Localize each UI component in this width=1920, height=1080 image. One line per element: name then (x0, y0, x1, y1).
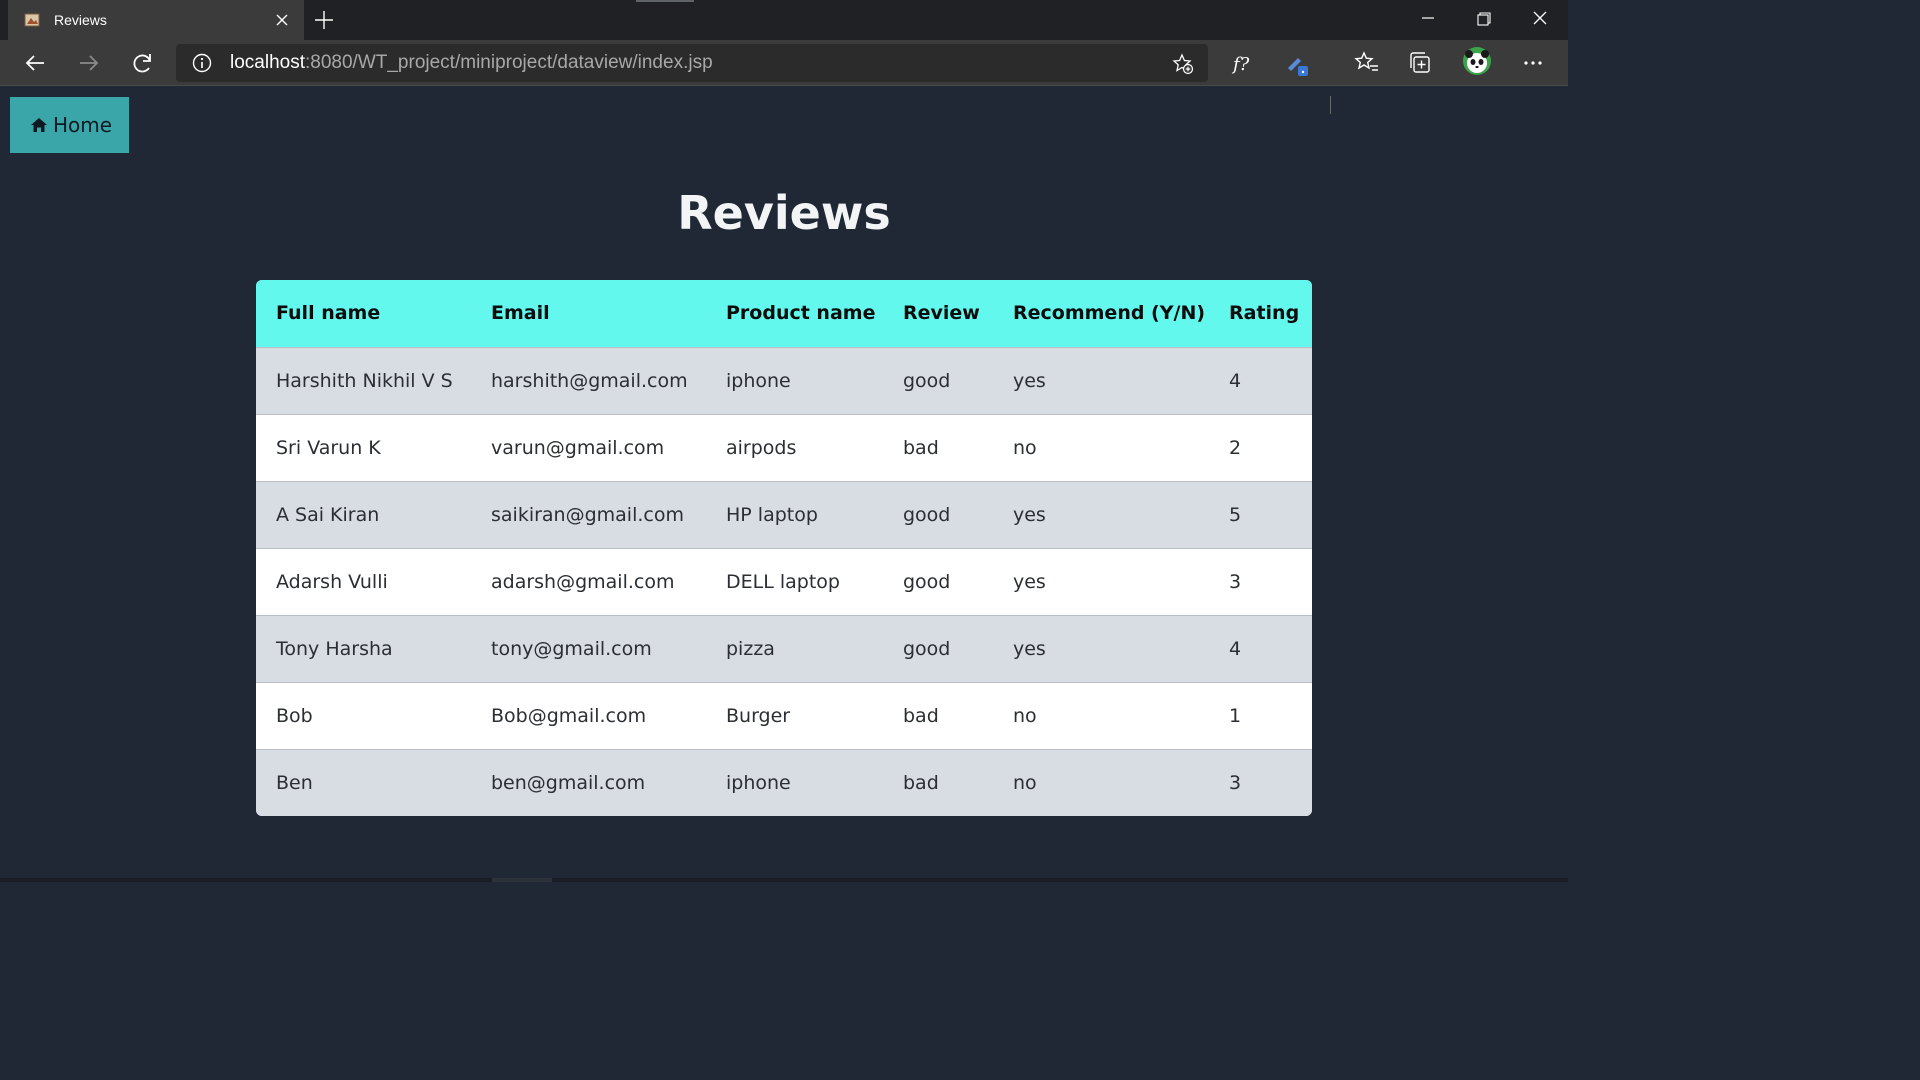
cell-product-name: HP laptop (726, 503, 818, 526)
cell-review: good (903, 503, 951, 526)
toolbar-separator (1330, 96, 1331, 114)
header-review: Review (903, 302, 980, 325)
reviews-table: Full name Email Product name Review Reco… (256, 280, 1312, 816)
cell-email: varun@gmail.com (491, 436, 665, 459)
cell-product-name: airpods (726, 436, 797, 459)
cell-email: Bob@gmail.com (491, 704, 647, 727)
cell-review: bad (903, 704, 939, 727)
browser-tab[interactable]: Reviews (8, 0, 304, 40)
cell-product-name: Burger (726, 704, 791, 727)
cell-recommend: yes (1013, 503, 1046, 526)
back-icon[interactable] (20, 48, 50, 78)
cell-full-name: Adarsh Vulli (276, 570, 388, 593)
titlebar-accent (636, 0, 694, 2)
table-row: Sri Varun K varun@gmail.com airpods bad … (256, 414, 1312, 481)
cell-review: good (903, 369, 951, 392)
header-full-name: Full name (276, 302, 381, 325)
new-tab-icon[interactable] (312, 8, 336, 32)
cell-rating: 2 (1229, 436, 1242, 459)
refresh-icon[interactable] (128, 48, 158, 78)
cell-review: bad (903, 771, 939, 794)
site-info-icon[interactable] (192, 53, 212, 73)
cell-rating: 4 (1229, 637, 1242, 660)
cell-recommend: no (1013, 436, 1037, 459)
table-row: Adarsh Vulli adarsh@gmail.com DELL lapto… (256, 548, 1312, 615)
cell-full-name: Bob (276, 704, 313, 727)
header-product-name: Product name (726, 302, 876, 325)
cell-email: adarsh@gmail.com (491, 570, 675, 593)
cell-product-name: iphone (726, 369, 791, 392)
cell-email: saikiran@gmail.com (491, 503, 684, 526)
favorites-icon[interactable] (1352, 48, 1382, 78)
home-button[interactable]: Home (10, 97, 129, 153)
minimize-icon[interactable] (1414, 6, 1442, 34)
url-text: localhost:8080/WT_project/miniproject/da… (230, 52, 713, 74)
cell-review: good (903, 637, 951, 660)
cell-full-name: Ben (276, 771, 313, 794)
cell-recommend: no (1013, 771, 1037, 794)
table-row: Ben ben@gmail.com iphone bad no 3 (256, 749, 1312, 816)
collections-icon[interactable] (1406, 48, 1436, 78)
cell-full-name: A Sai Kiran (276, 503, 380, 526)
cell-recommend: yes (1013, 570, 1046, 593)
cell-full-name: Sri Varun K (276, 436, 381, 459)
restore-icon[interactable] (1470, 6, 1498, 34)
table-header-row: Full name Email Product name Review Reco… (256, 280, 1312, 347)
tab-favicon-icon (24, 12, 40, 28)
cell-rating: 4 (1229, 369, 1242, 392)
close-tab-icon[interactable] (272, 10, 292, 30)
table-row: Bob Bob@gmail.com Burger bad no 1 (256, 682, 1312, 749)
cell-product-name: pizza (726, 637, 775, 660)
forward-icon[interactable] (74, 48, 104, 78)
profile-avatar-icon[interactable] (1462, 46, 1492, 76)
svg-text:f?: f? (1231, 54, 1250, 75)
home-button-label: Home (53, 113, 113, 137)
cell-full-name: Harshith Nikhil V S (276, 369, 453, 392)
window-close-icon[interactable] (1526, 6, 1554, 34)
bottom-strip (0, 878, 1568, 882)
browser-toolbar: localhost:8080/WT_project/miniproject/da… (0, 40, 1568, 114)
cell-recommend: yes (1013, 369, 1046, 392)
header-rating: Rating (1229, 302, 1300, 325)
cell-rating: 3 (1229, 570, 1242, 593)
more-icon[interactable] (1518, 48, 1548, 78)
table-row: Harshith Nikhil V S harshith@gmail.com i… (256, 347, 1312, 414)
cell-rating: 3 (1229, 771, 1242, 794)
tab-title: Reviews (54, 12, 107, 28)
cell-review: good (903, 570, 951, 593)
cell-email: harshith@gmail.com (491, 369, 688, 392)
cell-full-name: Tony Harsha (276, 637, 393, 660)
url-host: localhost (230, 52, 305, 73)
table-row: Tony Harsha tony@gmail.com pizza good ye… (256, 615, 1312, 682)
header-recommend: Recommend (Y/N) (1013, 302, 1206, 325)
url-path: :8080/WT_project/miniproject/dataview/in… (305, 52, 713, 73)
address-bar[interactable]: localhost:8080/WT_project/miniproject/da… (176, 44, 1208, 82)
cell-product-name: iphone (726, 771, 791, 794)
cell-recommend: no (1013, 704, 1037, 727)
cell-product-name: DELL laptop (726, 570, 840, 593)
bottom-strip-mark (492, 878, 552, 882)
table-row: A Sai Kiran saikiran@gmail.com HP laptop… (256, 481, 1312, 548)
cell-email: tony@gmail.com (491, 637, 652, 660)
browser-titlebar: Reviews (0, 0, 1568, 40)
cell-recommend: yes (1013, 637, 1046, 660)
cell-review: bad (903, 436, 939, 459)
cell-email: ben@gmail.com (491, 771, 646, 794)
page-title: Reviews (677, 186, 891, 240)
cell-rating: 5 (1229, 503, 1242, 526)
cell-rating: 1 (1229, 704, 1242, 727)
add-favorite-icon[interactable] (1172, 53, 1194, 75)
home-icon (30, 117, 48, 133)
formula-extension-icon[interactable]: f? (1228, 48, 1258, 78)
pen-extension-icon[interactable] (1282, 48, 1312, 78)
header-email: Email (491, 302, 550, 325)
